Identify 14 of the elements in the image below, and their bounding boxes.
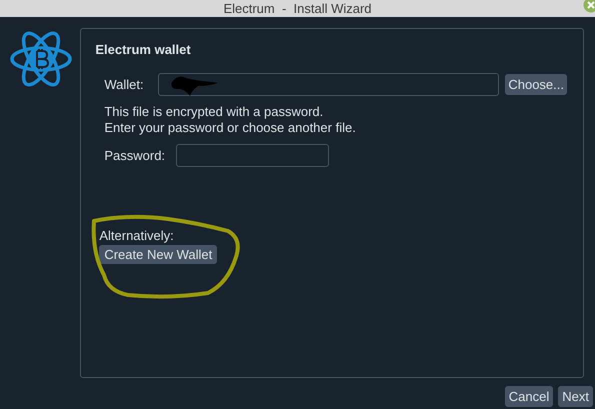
password-label: Password: [104, 146, 164, 165]
create-wallet-button[interactable]: Create New Wallet [99, 245, 218, 264]
next-button[interactable]: Next [558, 386, 593, 407]
choose-button[interactable]: Choose... [505, 74, 567, 95]
wallet-field[interactable] [158, 73, 500, 96]
message-text: This file is encrypted with a password. [104, 104, 324, 120]
wallet-label: Wallet: [104, 76, 145, 94]
cancel-button[interactable]: Cancel [504, 386, 554, 407]
message-text: Enter your password or choose another file. [104, 120, 357, 136]
password-field[interactable] [176, 144, 330, 167]
atom-logo-icon [10, 30, 72, 88]
window-title: Electrum - Install Wizard [223, 2, 372, 15]
panel-title: Electrum wallet [95, 41, 192, 58]
alternatively-label: Alternatively: [99, 227, 175, 244]
